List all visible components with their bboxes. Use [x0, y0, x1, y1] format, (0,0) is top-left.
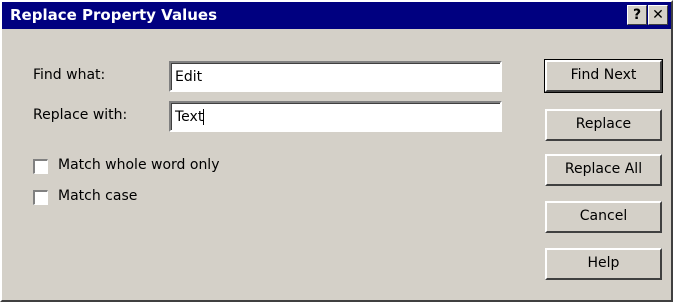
- match-whole-word-checkbox[interactable]: [33, 159, 48, 174]
- match-case-checkbox[interactable]: [33, 190, 48, 205]
- close-icon[interactable]: ✕: [648, 5, 668, 25]
- find-what-input[interactable]: Edit: [169, 61, 502, 92]
- match-whole-word-label: Match whole word only: [58, 157, 220, 173]
- replace-with-label: Replace with:: [33, 107, 128, 123]
- replace-all-button[interactable]: Replace All: [545, 154, 662, 186]
- replace-with-input[interactable]: Text: [169, 101, 502, 132]
- find-what-label: Find what:: [33, 67, 106, 83]
- title-bar[interactable]: Replace Property Values ? ✕: [2, 2, 671, 29]
- cancel-button[interactable]: Cancel: [545, 201, 662, 233]
- find-next-button[interactable]: Find Next: [544, 59, 663, 93]
- replace-with-value: Text: [175, 109, 204, 125]
- help-icon[interactable]: ?: [627, 5, 647, 25]
- help-button[interactable]: Help: [545, 248, 662, 280]
- text-caret: [203, 109, 205, 125]
- replace-property-values-dialog: Replace Property Values ? ✕ Find what: E…: [0, 0, 673, 302]
- find-what-value: Edit: [175, 69, 203, 85]
- match-case-label: Match case: [58, 188, 138, 204]
- dialog-title: Replace Property Values: [10, 6, 218, 24]
- replace-button[interactable]: Replace: [545, 109, 662, 141]
